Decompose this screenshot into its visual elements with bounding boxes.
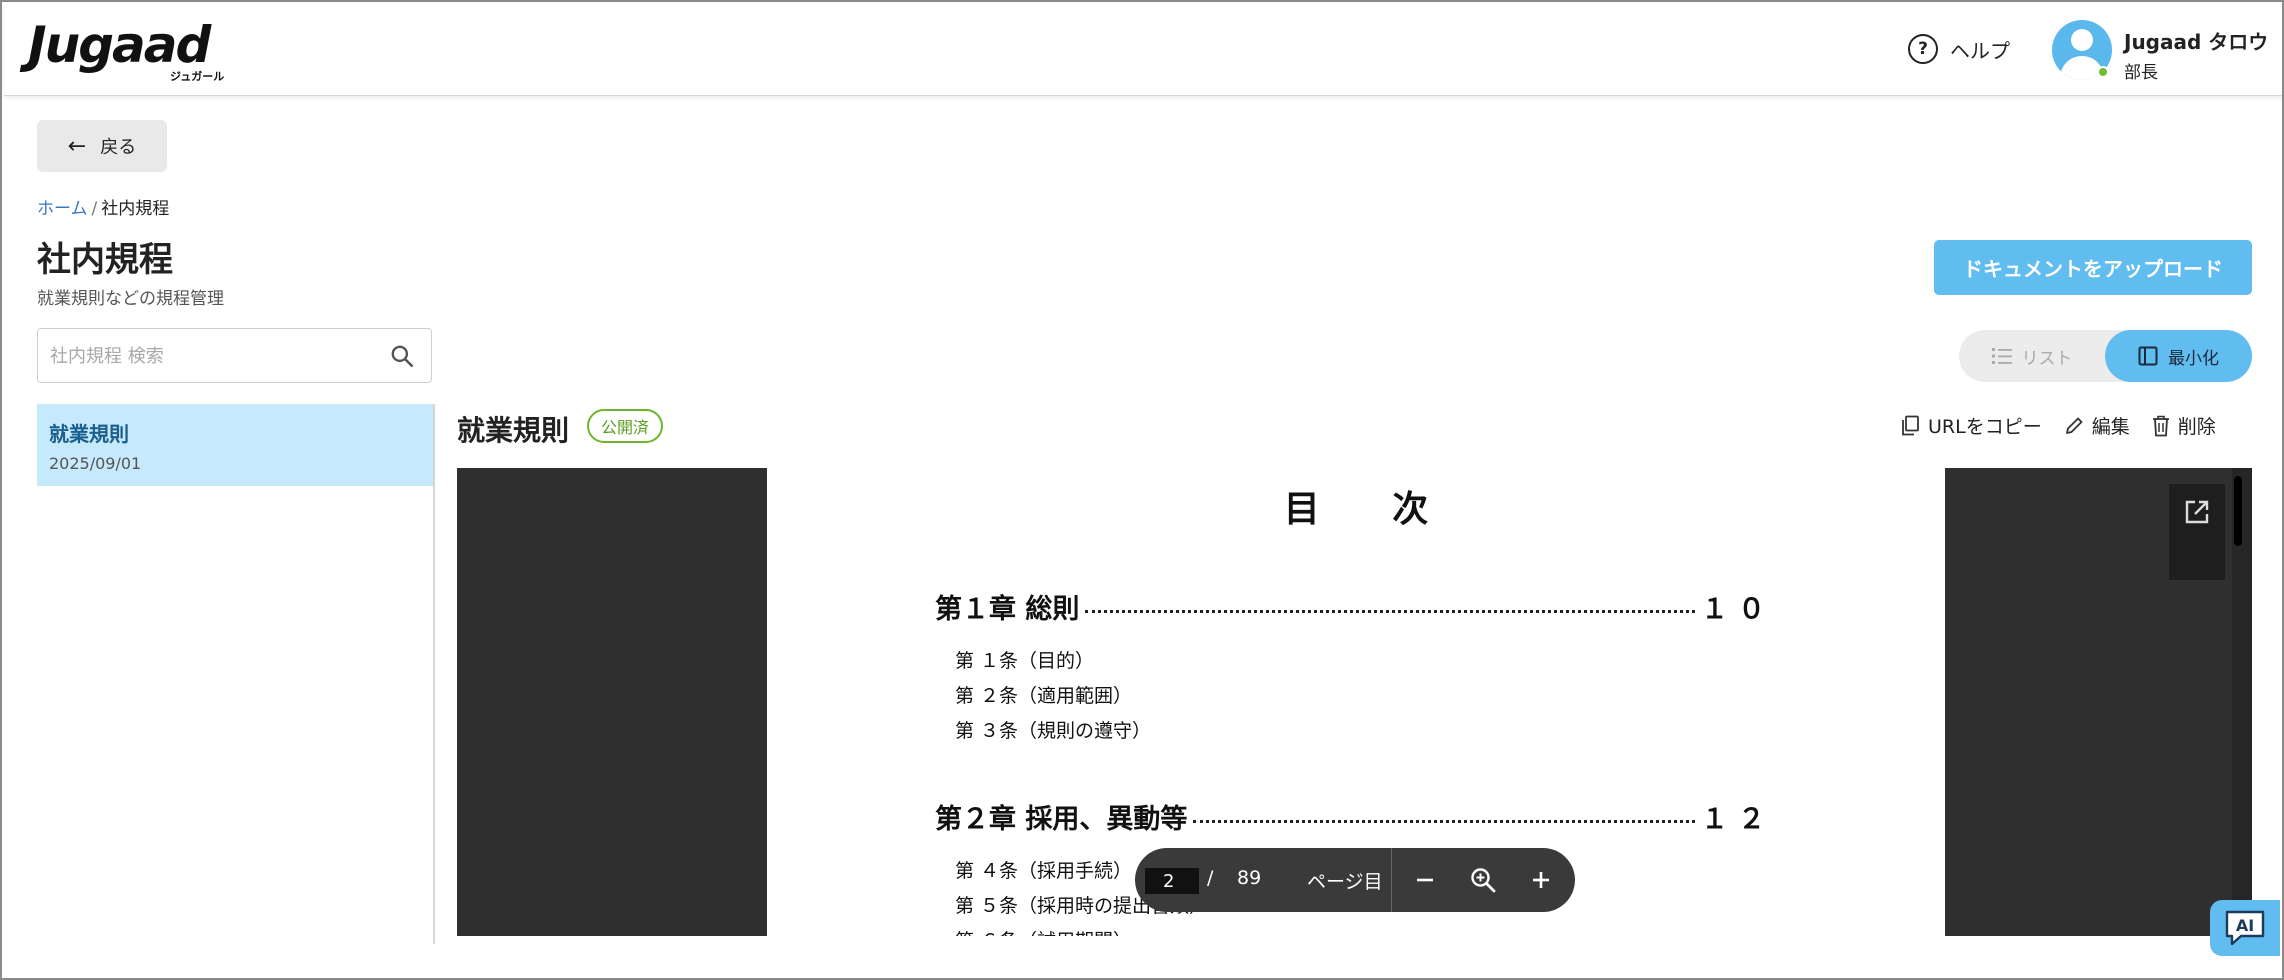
- chapter-page: １０: [1701, 593, 1775, 625]
- toggle-list-label: リスト: [2021, 348, 2073, 369]
- app-window: Jugaad ジュガール ? ヘルプ Jugaad タロウ 部長 ← 戻る ホー…: [0, 0, 2284, 980]
- copy-url-button[interactable]: URLをコピー: [1900, 412, 2042, 439]
- help-link[interactable]: ? ヘルプ: [1908, 34, 2010, 64]
- zoom-icon: [1471, 868, 1496, 893]
- search-icon[interactable]: [389, 343, 415, 369]
- status-badge: 公開済: [587, 409, 664, 443]
- page-total: 89: [1237, 867, 1262, 889]
- document-actions: URLをコピー 編集 削除: [1900, 412, 2216, 439]
- sidebar-panel-icon: [2138, 346, 2158, 366]
- breadcrumb-home-link[interactable]: ホーム: [37, 199, 88, 219]
- copy-url-label: URLをコピー: [1928, 416, 2042, 438]
- help-icon: ?: [1908, 34, 1938, 64]
- toc-article: 第 ２条（適用範囲）: [955, 685, 1133, 707]
- sidebar-divider: [433, 404, 435, 944]
- top-header: Jugaad ジュガール ? ヘルプ Jugaad タロウ 部長: [4, 4, 2282, 96]
- toc-chapter: 第１章 総則 １０: [935, 588, 1775, 625]
- search-input[interactable]: [50, 341, 380, 371]
- breadcrumb-separator: /: [91, 199, 98, 219]
- view-toggle: リスト 最小化: [1959, 330, 2252, 382]
- document-item-date: 2025/09/01: [49, 454, 142, 473]
- delete-label: 削除: [2177, 416, 2216, 438]
- zoom-in-button[interactable]: [1525, 864, 1557, 896]
- document-title: 就業規則: [457, 414, 570, 447]
- pencil-icon: [2065, 417, 2083, 434]
- page-subtitle: 就業規則などの規程管理: [37, 289, 224, 309]
- logo-subtext: ジュガール: [170, 70, 225, 83]
- page-separator: /: [1207, 867, 1214, 889]
- svg-text:AI: AI: [2236, 916, 2254, 935]
- edit-button[interactable]: 編集: [2064, 412, 2130, 439]
- upload-document-button[interactable]: ドキュメントをアップロード: [1934, 240, 2252, 295]
- pdf-toolbar: / 89 ページ目: [1135, 848, 1575, 912]
- arrow-left-icon: ←: [67, 133, 87, 159]
- toc-article: 第 ４条（採用手続）: [955, 860, 1133, 882]
- dot-leader: [1193, 809, 1695, 823]
- chapter-title: 第１章 総則: [935, 593, 1080, 625]
- zoom-reset-button[interactable]: [1467, 864, 1499, 896]
- app-logo[interactable]: Jugaad ジュガール: [28, 16, 224, 83]
- chapter-page: １２: [1701, 803, 1775, 835]
- toc-title: 目 次: [1283, 488, 1459, 530]
- toggle-list-button[interactable]: リスト: [1959, 330, 2105, 382]
- user-name[interactable]: Jugaad タロウ: [2124, 26, 2268, 55]
- breadcrumb: ホーム / 社内規程: [37, 194, 169, 219]
- plus-icon: [1533, 872, 1549, 888]
- logo-text: Jugaad: [28, 16, 211, 74]
- ai-chat-button[interactable]: AI: [2210, 900, 2280, 956]
- minus-icon: [1417, 878, 1433, 882]
- toc-chapter: 第２章 採用、異動等 １２: [935, 798, 1775, 835]
- toggle-minimize-label: 最小化: [2168, 348, 2219, 369]
- edit-label: 編集: [2091, 416, 2130, 438]
- document-list-item[interactable]: 就業規則 2025/09/01: [37, 404, 433, 486]
- breadcrumb-current: 社内規程: [101, 199, 170, 219]
- delete-button[interactable]: 削除: [2152, 412, 2216, 439]
- page-title: 社内規程: [37, 240, 173, 280]
- toc-article: 第 １条（目的）: [955, 650, 1095, 672]
- back-button[interactable]: ← 戻る: [37, 120, 167, 172]
- avatar-head-shape: [2071, 29, 2093, 51]
- list-icon: [1991, 348, 2012, 364]
- external-link-icon: [2185, 500, 2209, 524]
- back-label: 戻る: [100, 137, 137, 158]
- document-item-name: 就業規則: [49, 422, 129, 446]
- toolbar-divider: [1391, 848, 1392, 912]
- page-fit-button[interactable]: ページ目: [1307, 867, 1383, 894]
- zoom-out-button[interactable]: [1409, 864, 1441, 896]
- help-label: ヘルプ: [1950, 38, 2010, 63]
- toc-article: 第 ６条（試用期間）: [955, 926, 1132, 936]
- online-status-dot: [2097, 66, 2109, 78]
- user-role: 部長: [2124, 63, 2158, 83]
- trash-icon: [2152, 415, 2169, 436]
- toggle-minimize-button[interactable]: 最小化: [2105, 330, 2252, 382]
- dot-leader: [1085, 599, 1695, 613]
- ai-chat-icon: AI: [2225, 910, 2265, 946]
- copy-icon: [1902, 415, 1919, 435]
- open-external-button[interactable]: [2169, 484, 2225, 580]
- toc-article: 第 ３条（規則の遵守）: [955, 720, 1152, 742]
- page-number-input[interactable]: [1145, 868, 1199, 894]
- viewer-scrollbar-thumb[interactable]: [2234, 476, 2242, 546]
- chapter-title: 第２章 採用、異動等: [935, 803, 1188, 835]
- search-box: [37, 328, 432, 383]
